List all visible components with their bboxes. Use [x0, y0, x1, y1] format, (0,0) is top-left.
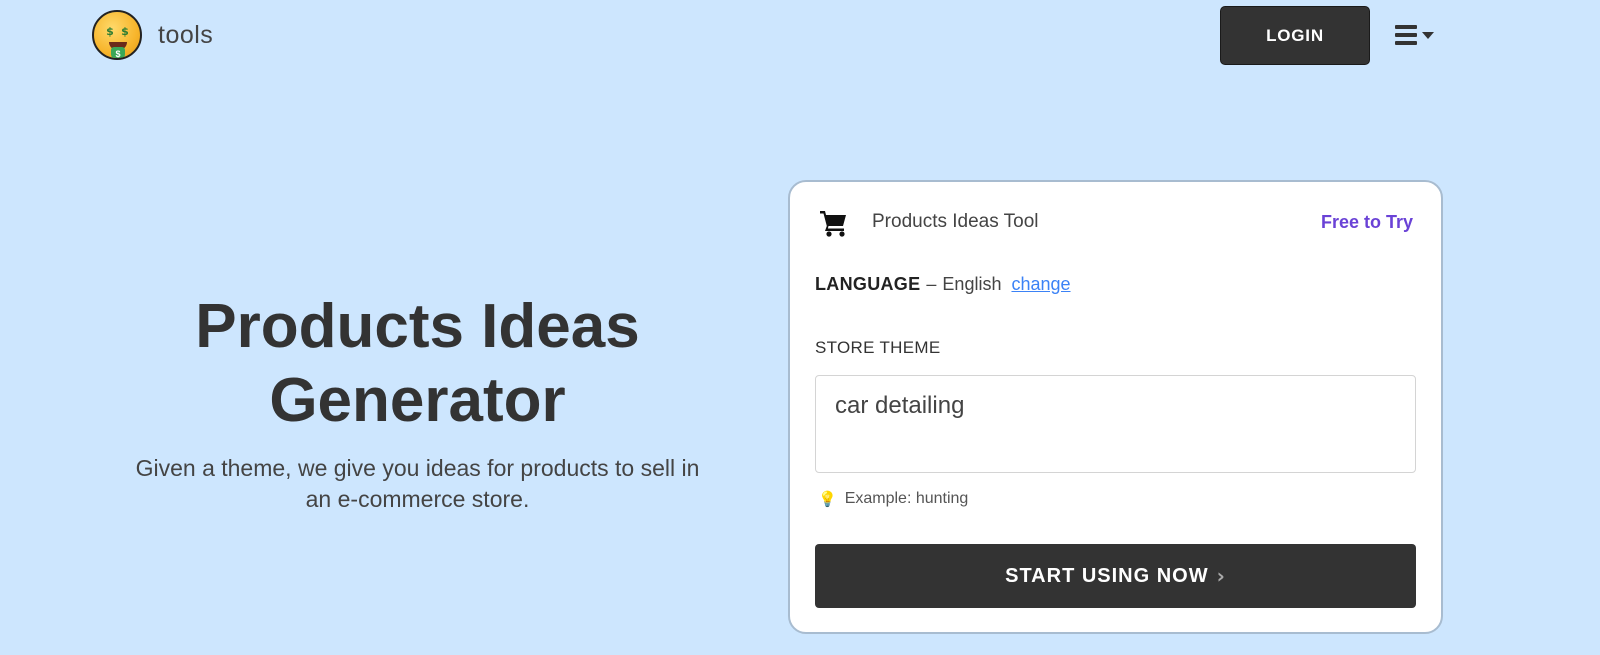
logo-link[interactable]: $ $ $ tools — [92, 10, 213, 60]
start-button-label: START USING NOW — [1005, 564, 1209, 587]
login-button[interactable]: LOGIN — [1220, 6, 1370, 65]
menu-dropdown-button[interactable] — [1395, 22, 1445, 48]
caret-down-icon — [1422, 31, 1434, 39]
money-mouth-face-icon: $ $ $ — [92, 10, 142, 60]
logo-text: tools — [158, 20, 214, 49]
tool-title: Products Ideas Tool — [872, 211, 1039, 232]
language-value: English — [942, 274, 1002, 294]
page-title-line2: Generator — [269, 366, 566, 435]
tool-card-header: Products Ideas Tool Free to Try — [818, 204, 1413, 240]
example-hint-text: Example: hunting — [844, 490, 969, 507]
page-subtitle: Given a theme, we give you ideas for pro… — [90, 453, 745, 515]
hamburger-icon — [1395, 25, 1417, 45]
free-to-try-link[interactable]: Free to Try — [1321, 212, 1413, 233]
store-theme-label: STORE THEME — [815, 338, 941, 357]
page-title: Products Ideas Generator — [90, 290, 745, 438]
lightbulb-icon: 💡 — [818, 490, 837, 508]
language-label: LANGUAGE — [815, 274, 921, 294]
page-subtitle-line2: an e-commerce store. — [305, 486, 530, 512]
start-using-now-button[interactable]: START USING NOW › — [815, 544, 1416, 608]
chevron-right-icon: › — [1216, 564, 1226, 588]
store-theme-input[interactable]: car detailing — [815, 375, 1416, 473]
language-separator: – — [926, 274, 937, 294]
change-language-link[interactable]: change — [1011, 274, 1070, 295]
language-row: LANGUAGE – English change — [815, 274, 1071, 295]
example-hint: 💡 Example: hunting — [818, 490, 968, 508]
tool-card: Products Ideas Tool Free to Try LANGUAGE… — [788, 180, 1443, 634]
shopping-cart-icon — [820, 211, 846, 237]
page-subtitle-line1: Given a theme, we give you ideas for pro… — [135, 455, 700, 481]
page-title-line1: Products Ideas — [195, 292, 640, 361]
page: $ $ $ tools LOGIN Products Ideas Generato… — [0, 0, 1600, 655]
